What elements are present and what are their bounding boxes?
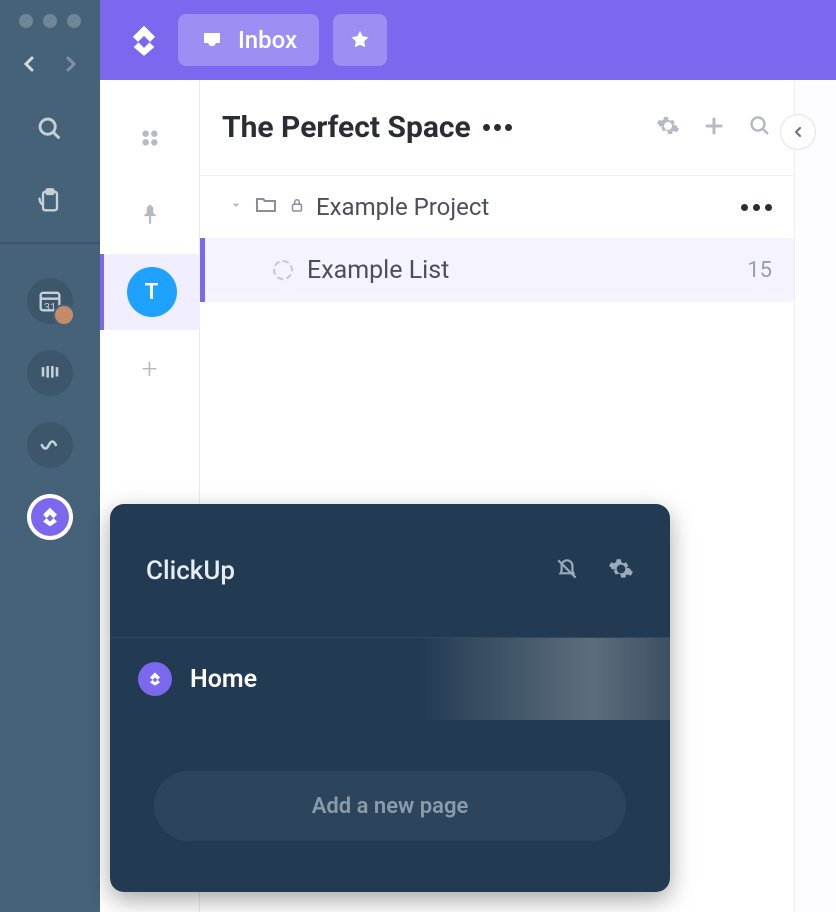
chevron-left-icon (790, 124, 806, 140)
rail-clipboard-icon[interactable] (27, 178, 73, 224)
list-count: 15 (747, 258, 772, 283)
rail-search-icon[interactable] (27, 106, 73, 152)
search-icon[interactable] (748, 114, 772, 142)
add-new-page-button[interactable]: Add a new page (154, 771, 626, 841)
inbox-label: Inbox (238, 26, 297, 54)
popover-home-label: Home (190, 665, 257, 694)
add-space-button[interactable]: + (100, 330, 200, 406)
pinned-button[interactable] (100, 178, 200, 254)
plus-icon: + (142, 352, 158, 385)
chevron-down-icon[interactable] (228, 197, 244, 217)
favorites-button[interactable] (333, 14, 387, 66)
popover-title: ClickUp (146, 556, 235, 586)
rail-wave-icon[interactable] (27, 422, 73, 468)
right-gutter (794, 80, 836, 912)
space-more-icon[interactable] (483, 124, 512, 131)
space-team-button[interactable]: T (100, 254, 200, 330)
traffic-close[interactable] (19, 14, 33, 28)
app-rail-apps: 31 (0, 244, 100, 566)
rail-clickup-active-icon[interactable] (27, 494, 73, 540)
traffic-minimize[interactable] (43, 14, 57, 28)
space-header-actions (656, 114, 772, 142)
popover-home-icon (138, 662, 172, 696)
rail-calendar-icon[interactable]: 31 (27, 278, 73, 324)
inbox-icon (200, 28, 224, 52)
popover-header: ClickUp (110, 504, 670, 638)
space-title: The Perfect Space (222, 110, 471, 145)
clickup-logo-icon[interactable] (124, 20, 164, 60)
pin-icon (137, 201, 163, 231)
project-row[interactable]: Example Project (200, 176, 794, 238)
team-letter: T (145, 280, 159, 305)
traffic-maximize[interactable] (67, 14, 81, 28)
popover-footer: Add a new page (110, 720, 670, 892)
list-row[interactable]: Example List 15 (200, 238, 794, 302)
popover-settings-icon[interactable] (608, 556, 634, 586)
folder-icon (254, 193, 278, 221)
team-avatar: T (127, 267, 177, 317)
spaces-overview-button[interactable] (100, 102, 200, 178)
space-header: The Perfect Space (200, 80, 794, 176)
add-new-page-label: Add a new page (312, 794, 469, 819)
settings-icon[interactable] (656, 114, 680, 142)
collapse-sidebar-button[interactable] (780, 114, 816, 150)
project-more-icon[interactable] (741, 204, 772, 211)
clickup-popover: ClickUp Home Add a new page (110, 504, 670, 892)
nav-arrows (17, 52, 83, 82)
notifications-off-icon[interactable] (554, 556, 580, 586)
app-root: 31 Inbox (0, 0, 836, 912)
nav-forward-icon[interactable] (59, 52, 83, 82)
add-plus-icon[interactable] (702, 114, 726, 142)
star-icon (348, 28, 372, 52)
popover-home-item[interactable]: Home (110, 638, 670, 720)
inbox-button[interactable]: Inbox (178, 14, 319, 66)
list-name: Example List (307, 256, 449, 285)
list-status-icon (273, 260, 293, 280)
project-name: Example Project (316, 193, 489, 221)
rail-intercom-icon[interactable] (27, 350, 73, 396)
calendar-user-avatar (53, 304, 75, 326)
lock-icon (288, 196, 306, 218)
nav-back-icon[interactable] (17, 52, 41, 82)
grid-dots-icon (137, 125, 163, 155)
topbar: Inbox (100, 0, 836, 80)
window-traffic-lights (19, 14, 81, 28)
